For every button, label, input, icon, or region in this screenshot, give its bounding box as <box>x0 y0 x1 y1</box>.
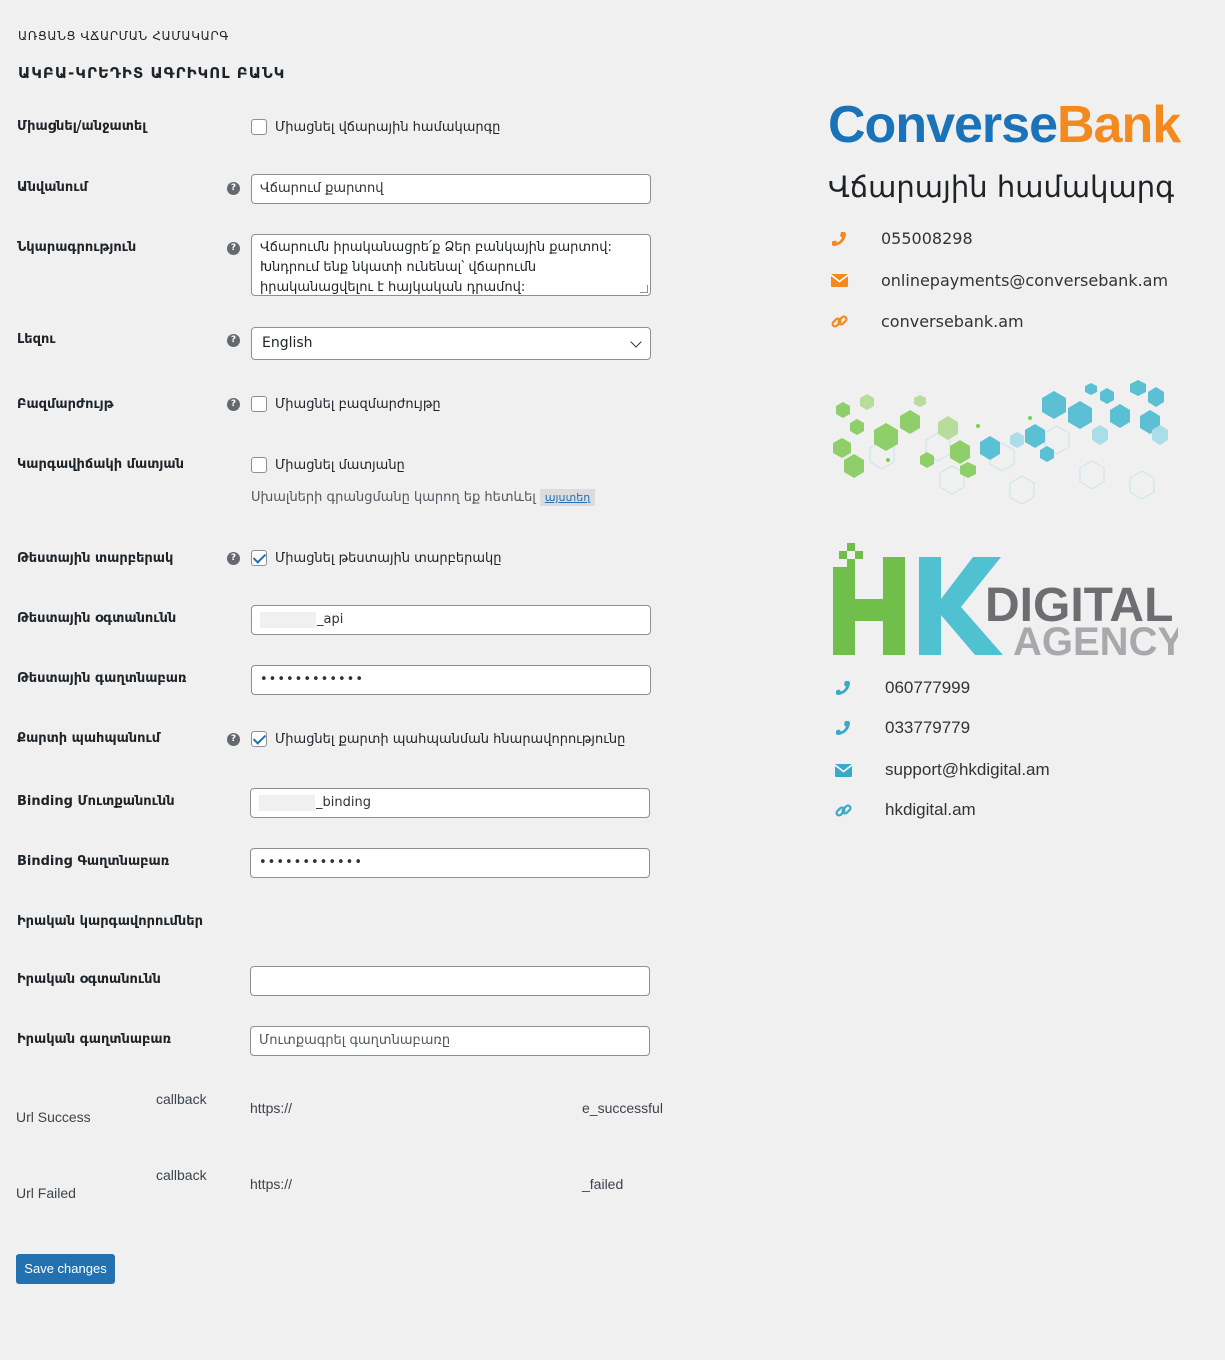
multicurrency-label: Բազմարժույթ <box>17 397 114 412</box>
card-save-checkbox-row[interactable]: Միացնել քարտի պահպանման հնարավորությունը <box>251 731 625 747</box>
language-select[interactable]: English <box>251 327 651 360</box>
test-mode-checkbox-label: Միացնել թեստային տարբերակը <box>275 550 502 566</box>
hk-email: support@hkdigital.am <box>834 760 1050 780</box>
save-button[interactable]: Save changes <box>16 1254 115 1284</box>
chevron-down-icon <box>630 336 642 348</box>
description-textarea-value: Վճարումն իրականացրե՛ք Ձեր բանկային քարտո… <box>260 240 612 295</box>
url-success-suffix: e_successful <box>582 1100 663 1116</box>
test-pass-label: Թեստային գաղտնաբառ <box>17 671 187 686</box>
logo-part-bank: Bank <box>1057 96 1181 154</box>
log-link[interactable]: այստեղ <box>539 489 596 506</box>
live-user-input[interactable] <box>250 966 650 996</box>
enable-checkbox-label: Միացնել վճարային համակարգը <box>275 119 501 135</box>
binding-user-label: Binding Մուտքանունն <box>17 794 175 809</box>
help-icon[interactable]: ? <box>227 334 240 347</box>
converse-email: onlinepayments@conversebank.am <box>830 271 1168 290</box>
redacted-mask <box>259 794 315 811</box>
debug-label: Կարգավիճակի մատյան <box>17 457 184 472</box>
payment-system-subtitle: Վճարային համակարգ <box>828 170 1175 204</box>
test-user-label: Թեստային օգտանունն <box>17 611 177 626</box>
hk-site-text: hkdigital.am <box>885 800 976 819</box>
logo-part-converse: Converse <box>828 96 1058 154</box>
converse-phone-text: 055008298 <box>881 229 973 248</box>
test-user-input-value: _api <box>317 612 344 627</box>
binding-pass-input[interactable]: •••••••••••• <box>250 848 650 878</box>
phone-icon <box>834 719 852 737</box>
multicurrency-checkbox[interactable] <box>251 396 267 412</box>
test-mode-checkbox-row[interactable]: Միացնել թեստային տարբերակը <box>251 550 502 566</box>
phone-icon <box>834 679 852 697</box>
description-label: Նկարագրություն <box>17 240 137 255</box>
converse-bank-logo: ConverseBank <box>828 95 1181 155</box>
card-save-checkbox-label: Միացնել քարտի պահպանման հնարավորությունը <box>275 731 626 747</box>
hk-site: hkdigital.am <box>834 800 976 820</box>
hexagon-pattern-decoration <box>833 380 1168 505</box>
hk-email-text: support@hkdigital.am <box>885 760 1050 779</box>
enable-label: Միացնել/անջատել <box>17 119 147 134</box>
test-pass-input-value: •••••••••••• <box>260 672 365 687</box>
enable-checkbox-row[interactable]: Միացնել վճարային համակարգը <box>251 119 500 135</box>
help-icon[interactable]: ? <box>227 182 240 195</box>
converse-site: conversebank.am <box>830 312 1024 331</box>
url-success-label: Url Success <box>16 1109 91 1125</box>
converse-phone: 055008298 <box>830 229 973 248</box>
test-user-input[interactable]: _api <box>251 605 651 635</box>
hk-digital-logo: DIGITAL AGENCY <box>833 543 1178 658</box>
mail-icon <box>834 761 852 779</box>
debug-checkbox-label: Միացնել մատյանը <box>275 457 405 473</box>
multicurrency-checkbox-label: Միացնել բազմարժույթը <box>275 396 441 412</box>
enable-checkbox[interactable] <box>251 119 267 135</box>
converse-email-text: onlinepayments@conversebank.am <box>881 271 1169 290</box>
description-textarea[interactable]: Վճարումն իրականացրե՛ք Ձեր բանկային քարտո… <box>251 234 651 296</box>
link-icon <box>834 801 852 819</box>
title-input-value: Վճարում քարտով <box>260 181 384 196</box>
title-input[interactable]: Վճարում քարտով <box>251 174 651 204</box>
card-save-checkbox[interactable] <box>251 731 267 747</box>
live-settings-heading: Իրական կարգավորումներ <box>17 914 203 929</box>
live-user-label: Իրական օգտանունն <box>17 972 161 987</box>
converse-site-text: conversebank.am <box>881 312 1024 331</box>
url-failed-suffix: _failed <box>582 1176 624 1192</box>
test-pass-input[interactable]: •••••••••••• <box>251 665 651 695</box>
hk-phone-1-text: 060777999 <box>885 678 971 697</box>
redacted-mask <box>260 611 316 628</box>
hk-phone-2-text: 033779779 <box>885 718 971 737</box>
live-pass-input[interactable]: Մուտքագրել գաղտնաբառը <box>250 1026 650 1056</box>
phone-icon <box>830 230 848 248</box>
binding-pass-label: Binding Գաղտնաբառ <box>17 854 170 869</box>
debug-description-text: Սխալների գրանցմանը կարող եք հետևել <box>251 490 536 505</box>
link-icon <box>830 313 848 331</box>
url-failed-label: Url Failed <box>16 1185 76 1201</box>
binding-pass-input-value: •••••••••••• <box>259 855 364 870</box>
debug-description: Սխալների գրանցմանը կարող եք հետևել այստե… <box>251 489 596 506</box>
hk-phone-1: 060777999 <box>834 678 970 698</box>
url-failed-callback-label: callback <box>156 1167 207 1183</box>
help-icon[interactable]: ? <box>227 552 240 565</box>
logo-word-agency: AGENCY <box>1013 620 1178 658</box>
live-pass-placeholder: Մուտքագրել գաղտնաբառը <box>259 1033 451 1048</box>
url-failed-prefix: https:// <box>250 1176 293 1192</box>
test-mode-label: Թեստային տարբերակ <box>17 551 174 566</box>
help-icon[interactable]: ? <box>227 733 240 746</box>
help-icon[interactable]: ? <box>227 398 240 411</box>
card-save-label: Քարտի պահպանում <box>17 731 161 746</box>
mail-icon <box>830 272 848 290</box>
resize-handle-icon[interactable] <box>640 285 648 293</box>
language-selected-value: English <box>262 335 313 351</box>
page-title: ԱԿԲԱ-ԿՐԵԴԻՏ ԱԳՐԻԿՈԼ ԲԱՆԿ <box>18 64 286 82</box>
hk-phone-2: 033779779 <box>834 718 970 738</box>
language-label: Լեզու <box>17 332 56 347</box>
debug-checkbox-row[interactable]: Միացնել մատյանը <box>251 457 405 473</box>
help-icon[interactable]: ? <box>227 242 240 255</box>
binding-user-input[interactable]: _binding <box>250 788 650 818</box>
live-pass-label: Իրական գաղտնաբառ <box>17 1032 172 1047</box>
url-success-prefix: https:// <box>250 1100 293 1116</box>
title-label: Անվանում <box>17 180 88 195</box>
breadcrumb: ԱՌՑԱՆՑ ՎՃԱՐՄԱՆ ՀԱՄԱԿԱՐԳ <box>18 29 229 43</box>
test-mode-checkbox[interactable] <box>251 550 267 566</box>
url-success-callback-label: callback <box>156 1091 207 1107</box>
multicurrency-checkbox-row[interactable]: Միացնել բազմարժույթը <box>251 396 441 412</box>
binding-user-input-value: _binding <box>316 795 371 810</box>
debug-checkbox[interactable] <box>251 457 267 473</box>
